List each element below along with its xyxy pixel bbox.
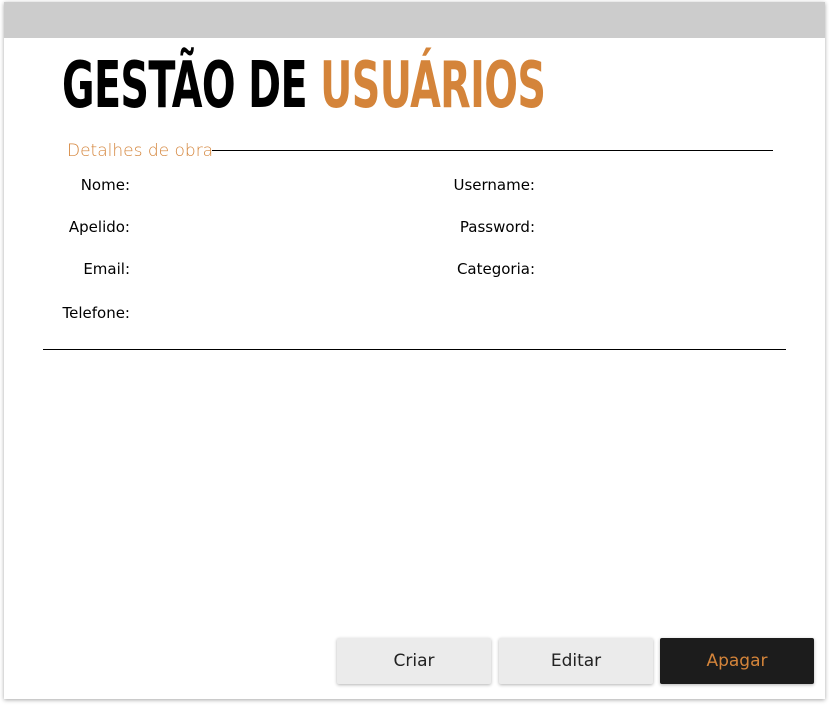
label-password: Password: (459, 218, 535, 236)
app-window: GESTÃO DE USUÁRIOS Detalhes de obra Nome… (4, 2, 825, 699)
form-bottom-divider (43, 349, 786, 350)
label-telefone: Telefone: (62, 304, 131, 322)
section-label: Detalhes de obra (67, 141, 214, 161)
section-divider (212, 150, 773, 151)
edit-button[interactable]: Editar (499, 638, 653, 684)
create-button[interactable]: Criar (337, 638, 491, 684)
label-email: Email: (83, 260, 130, 278)
label-apelido: Apelido: (68, 218, 130, 236)
page-title-part2: USUÁRIOS (320, 49, 546, 123)
window-titlebar[interactable] (4, 2, 825, 38)
page-title: GESTÃO DE USUÁRIOS (62, 46, 546, 126)
label-username: Username: (453, 176, 535, 194)
page-title-part1: GESTÃO DE (62, 49, 308, 123)
delete-button[interactable]: Apagar (660, 638, 814, 684)
label-categoria: Categoria: (456, 260, 535, 278)
label-nome: Nome: (80, 176, 130, 194)
